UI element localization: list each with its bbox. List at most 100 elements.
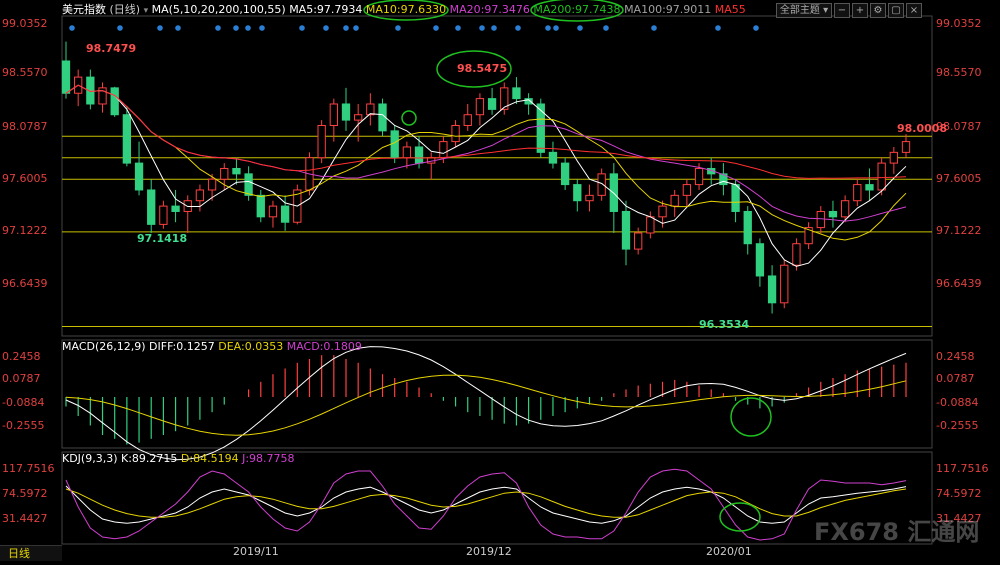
- event-dot-9: [323, 25, 329, 31]
- event-dot-7: [259, 25, 265, 31]
- symbol-label: 美元指数: [62, 3, 106, 16]
- candle-body-21: [317, 124, 326, 159]
- price-axis-left-1: 98.5570: [2, 66, 48, 79]
- plus-button[interactable]: +: [852, 3, 868, 18]
- header-bar: 美元指数 (日线) ▾ MA(5,10,20,200,100,55) MA5:9…: [62, 3, 746, 16]
- x-label-0: 2019/11: [233, 545, 279, 558]
- event-dot-20: [577, 25, 583, 31]
- chart-stage: 美元指数 (日线) ▾ MA(5,10,20,200,100,55) MA5:9…: [0, 0, 1000, 561]
- candle-body-51: [682, 184, 692, 196]
- event-dot-17: [515, 25, 521, 31]
- annotation-high-3: 98.0008: [897, 122, 948, 135]
- annotation-high-2: 98.5475: [457, 62, 508, 75]
- chart-svg: [0, 0, 1000, 561]
- event-dot-24: [753, 25, 759, 31]
- kdj-axis-right-1: 74.5972: [936, 487, 982, 500]
- macd-axis-right-3: -0.2555: [936, 419, 979, 432]
- price-axis-left-2: 98.0787: [2, 120, 48, 133]
- candle-body-40: [548, 151, 558, 164]
- kdj-d: D:84.5194: [180, 452, 239, 465]
- restore-icon[interactable]: ▢: [888, 3, 904, 18]
- candle-body-13: [220, 167, 229, 180]
- macd-axis-left-1: 0.0787: [2, 372, 41, 385]
- candle-body-64: [840, 200, 850, 218]
- candle-body-25: [366, 103, 375, 116]
- candle-body-62: [816, 210, 825, 229]
- ma10-value: MA10:97.6330: [365, 3, 447, 16]
- candle-body-65: [853, 184, 862, 202]
- candle-body-57: [755, 243, 765, 277]
- price-axis-left-3: 97.6005: [2, 172, 48, 185]
- candle-body-35: [487, 98, 497, 110]
- period-dropdown-icon[interactable]: ▾: [144, 6, 149, 16]
- candle-body-18: [280, 205, 290, 223]
- close-icon[interactable]: ×: [906, 3, 922, 18]
- event-dot-3: [175, 25, 181, 31]
- macd-value: MACD:0.1809: [286, 340, 362, 353]
- price-axis-left-5: 96.6439: [2, 277, 48, 290]
- candle-body-22: [329, 103, 338, 126]
- price-axis-right-1: 98.5570: [936, 66, 982, 79]
- candle-body-5: [122, 114, 132, 164]
- kdj-k: K:89.2715: [121, 452, 178, 465]
- candle-body-31: [439, 141, 448, 159]
- candle-body-12: [207, 178, 217, 191]
- minus-button[interactable]: −: [834, 3, 850, 18]
- candle-body-46: [621, 210, 631, 250]
- kdj-axis-right-0: 117.7516: [936, 462, 989, 475]
- event-dot-22: [651, 25, 657, 31]
- macd-axis-right-2: -0.0884: [936, 396, 979, 409]
- event-dot-19: [553, 25, 559, 31]
- event-dot-5: [233, 25, 239, 31]
- candle-body-47: [634, 232, 643, 250]
- candle-body-66: [865, 184, 874, 191]
- candle-body-24: [354, 114, 363, 121]
- candle-body-6: [134, 162, 144, 191]
- ma100-value: MA100:97.9011: [624, 3, 712, 16]
- kdj-j: J:98.7758: [242, 452, 295, 465]
- event-dot-6: [245, 25, 251, 31]
- kdj-header: KDJ(9,3,3) K:89.2715 D:84.5194 J:98.7758: [62, 452, 295, 466]
- event-dot-13: [433, 25, 439, 31]
- ma-params: MA(5,10,20,200,100,55): [151, 3, 286, 16]
- x-label-1: 2019/12: [466, 545, 512, 558]
- macd-axis-left-3: -0.2555: [2, 419, 45, 432]
- ma55-value: MA55: [714, 3, 746, 16]
- event-dot-15: [479, 25, 485, 31]
- candle-body-55: [731, 184, 740, 212]
- event-dot-10: [343, 25, 349, 31]
- event-dot-0: [69, 25, 75, 31]
- event-dot-1: [117, 25, 123, 31]
- macd-dea: DEA:0.0353: [218, 340, 284, 353]
- event-dot-18: [545, 25, 551, 31]
- kdj-axis-left-1: 74.5972: [2, 487, 48, 500]
- candle-body-44: [597, 173, 606, 196]
- price-axis-right-0: 99.0352: [936, 17, 982, 30]
- candle-body-41: [560, 162, 570, 186]
- period-tab[interactable]: 日线: [0, 545, 62, 561]
- macd-name: MACD(26,12,9): [62, 340, 146, 353]
- candle-body-34: [475, 98, 485, 116]
- annotation-low-1: 97.1418: [137, 232, 188, 245]
- event-dot-14: [455, 25, 461, 31]
- candle-body-17: [268, 205, 278, 218]
- candle-body-50: [670, 194, 679, 207]
- settings-icon[interactable]: ⚙: [870, 3, 886, 18]
- candle-body-11: [195, 189, 205, 202]
- price-axis-right-3: 97.6005: [936, 172, 982, 185]
- price-axis-right-4: 97.1222: [936, 224, 982, 237]
- event-dot-11: [353, 25, 359, 31]
- macd-axis-right-1: 0.0787: [936, 372, 975, 385]
- event-dot-2: [157, 25, 163, 31]
- candle-body-68: [889, 151, 898, 164]
- topic-select-button[interactable]: 全部主题 ▾: [776, 3, 832, 18]
- event-dot-8: [299, 25, 305, 31]
- ma200-value: MA200:97.7438: [533, 3, 621, 16]
- candle-body-28: [402, 146, 412, 159]
- candle-body-39: [536, 103, 545, 153]
- candle-body-23: [341, 103, 351, 121]
- event-dot-23: [715, 25, 721, 31]
- candle-body-33: [463, 114, 472, 126]
- candle-body-37: [512, 87, 521, 100]
- ma20-value: MA20:97.3476: [449, 3, 530, 16]
